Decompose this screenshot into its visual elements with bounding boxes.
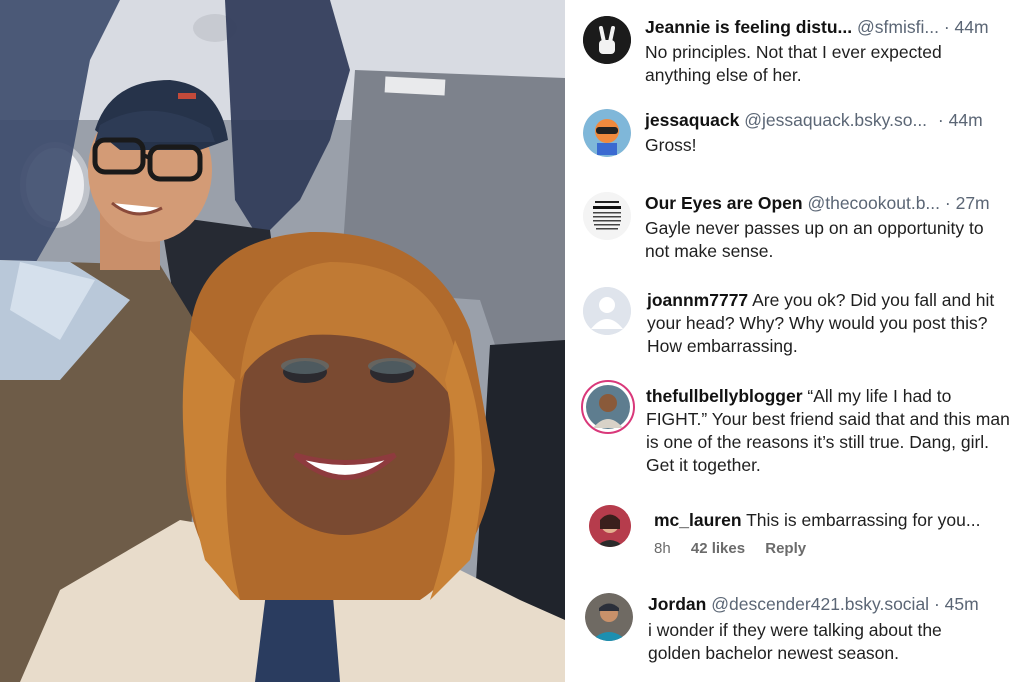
comments-panel: Jeannie is feeling distu... @sfmisfi... … xyxy=(573,0,1024,682)
comment-text: thefullbellyblogger “All my life I had t… xyxy=(646,385,1016,477)
timestamp: · 44m xyxy=(937,110,983,130)
comment-text: joannm7777 Are you ok? Did you fall and … xyxy=(647,289,1017,358)
comment-body: This is embarrassing for you... xyxy=(746,510,981,530)
comment-header: Our Eyes are Open @thecookout.b... · 27m xyxy=(645,192,990,214)
user-photo-icon[interactable] xyxy=(585,593,633,641)
selfie-photo xyxy=(0,0,565,682)
peace-sign-icon[interactable] xyxy=(583,16,631,64)
timestamp: · 45m xyxy=(933,594,979,614)
user-name[interactable]: thefullbellyblogger xyxy=(646,386,803,406)
likes-count[interactable]: 42 likes xyxy=(691,540,745,557)
timestamp: · 27m xyxy=(944,193,990,213)
user-photo-icon[interactable] xyxy=(581,380,635,434)
timestamp: · 44m xyxy=(943,17,989,37)
comment-header: Jeannie is feeling distu... @sfmisfi... … xyxy=(645,16,989,38)
first-amendment-text-icon[interactable] xyxy=(583,192,631,240)
comment-text: No principles. Not that I ever expected … xyxy=(645,42,942,85)
user-name[interactable]: Jeannie is feeling distu... xyxy=(645,17,852,37)
user-name[interactable]: mc_lauren xyxy=(654,510,742,530)
user-handle[interactable]: @sfmisfi... xyxy=(857,17,939,37)
user-handle[interactable]: @descender421.bsky.social xyxy=(711,594,929,614)
comment-text: Gross! xyxy=(645,135,697,155)
user-handle[interactable]: @thecookout.b... xyxy=(807,193,940,213)
default-user-icon[interactable] xyxy=(583,287,631,335)
comment-header: Jordan @descender421.bsky.social · 45m xyxy=(648,593,979,615)
user-name[interactable]: jessaquack xyxy=(645,110,739,130)
timestamp: 8h xyxy=(654,540,671,557)
comment-meta: 8h 42 likes Reply xyxy=(654,540,822,557)
comment-header: mc_lauren This is embarrassing for you..… xyxy=(654,509,980,531)
user-handle[interactable]: @jessaquack.bsky.so... xyxy=(744,110,927,130)
user-photo-icon[interactable] xyxy=(589,505,631,547)
comment-text: Gayle never passes up on an opportunity … xyxy=(645,218,984,261)
comment-text: i wonder if they were talking about the … xyxy=(648,620,942,663)
divider xyxy=(565,0,573,682)
user-name[interactable]: Jordan xyxy=(648,594,706,614)
reply-button[interactable]: Reply xyxy=(765,540,806,557)
splatoon-character-icon[interactable] xyxy=(583,109,631,157)
user-name[interactable]: Our Eyes are Open xyxy=(645,193,803,213)
comment-header: jessaquack @jessaquack.bsky.so... · 44m xyxy=(645,109,983,131)
user-name[interactable]: joannm7777 xyxy=(647,290,748,310)
airplane-selfie-illustration xyxy=(0,0,565,682)
